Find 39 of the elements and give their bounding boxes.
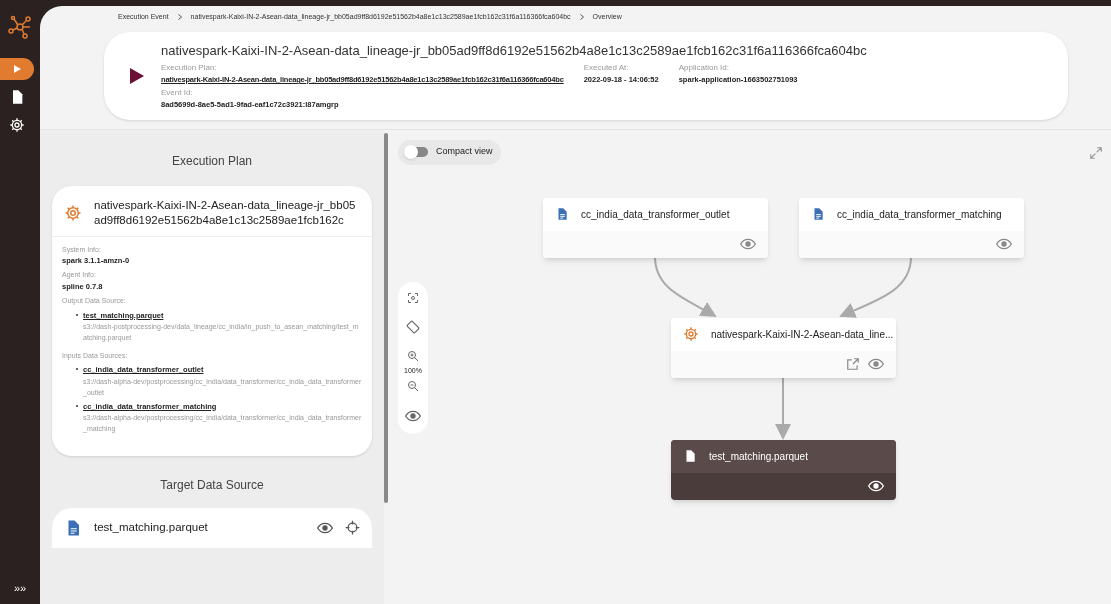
field-label: Executed At: xyxy=(583,62,630,74)
gear-icon xyxy=(683,326,699,342)
node-label: cc_india_data_transformer_matching xyxy=(837,207,1002,222)
crosshair-icon[interactable] xyxy=(345,520,360,536)
open-external-icon[interactable] xyxy=(846,357,860,371)
section-heading: Execution Plan xyxy=(171,152,253,170)
edge-arrow xyxy=(654,255,717,317)
rotate-icon[interactable] xyxy=(406,319,420,334)
node-label: nativespark-Kaixi-IN-2-Asean-data_line... xyxy=(711,327,894,342)
chevron-icon xyxy=(578,14,585,21)
graph-node[interactable]: cc_india_data_transformer_outlet xyxy=(543,197,768,258)
eye-icon[interactable] xyxy=(868,478,884,494)
zoom-out-icon[interactable] xyxy=(407,380,419,392)
target-name: test_matching.parquet xyxy=(94,520,209,536)
expand-button[interactable]: »» xyxy=(13,579,27,596)
plan-title: nativespark-Kaixi-IN-2-Asean-data_lineage-jr_bb05ad9ff8d6192e51562b4a8e1c13c2589ae1fcb162c xyxy=(94,197,357,228)
chevron-icon xyxy=(176,14,183,21)
compact-view-toggle[interactable]: Compact view xyxy=(398,139,501,165)
node-label: test_matching.parquet xyxy=(709,449,808,464)
gear-icon xyxy=(9,117,25,133)
eye-icon[interactable] xyxy=(405,408,421,424)
graph-node[interactable]: cc_india_data_transformer_matching xyxy=(799,197,1024,258)
logo-icon xyxy=(7,14,33,40)
field-label: Application Id: xyxy=(678,62,730,74)
gear-icon xyxy=(64,203,82,222)
section-heading: Target Data Source xyxy=(160,476,264,494)
play-icon xyxy=(12,64,22,74)
fullscreen-icon[interactable] xyxy=(1089,145,1103,160)
fit-view-icon[interactable] xyxy=(407,291,419,304)
sidebar-item[interactable] xyxy=(0,58,34,80)
node-label: cc_india_data_transformer_outlet xyxy=(581,207,730,222)
graph-node[interactable]: nativespark-Kaixi-IN-2-Asean-data_line... xyxy=(671,317,896,378)
play-icon xyxy=(130,67,144,84)
execution-title: nativespark-Kaixi-IN-2-Asean-data_lineage-jr_bb05ad9ff8d6192e51562b4a8e1c13c2589ae1fcb162c31f6a116366fca604bc xyxy=(161,41,867,60)
field-label: Event Id: xyxy=(161,87,194,100)
zoom-in-icon[interactable] xyxy=(407,349,419,362)
graph-node[interactable]: test_matching.parquet xyxy=(671,439,896,500)
edge-arrow xyxy=(775,376,791,440)
field-label: Execution Plan: xyxy=(161,62,218,74)
